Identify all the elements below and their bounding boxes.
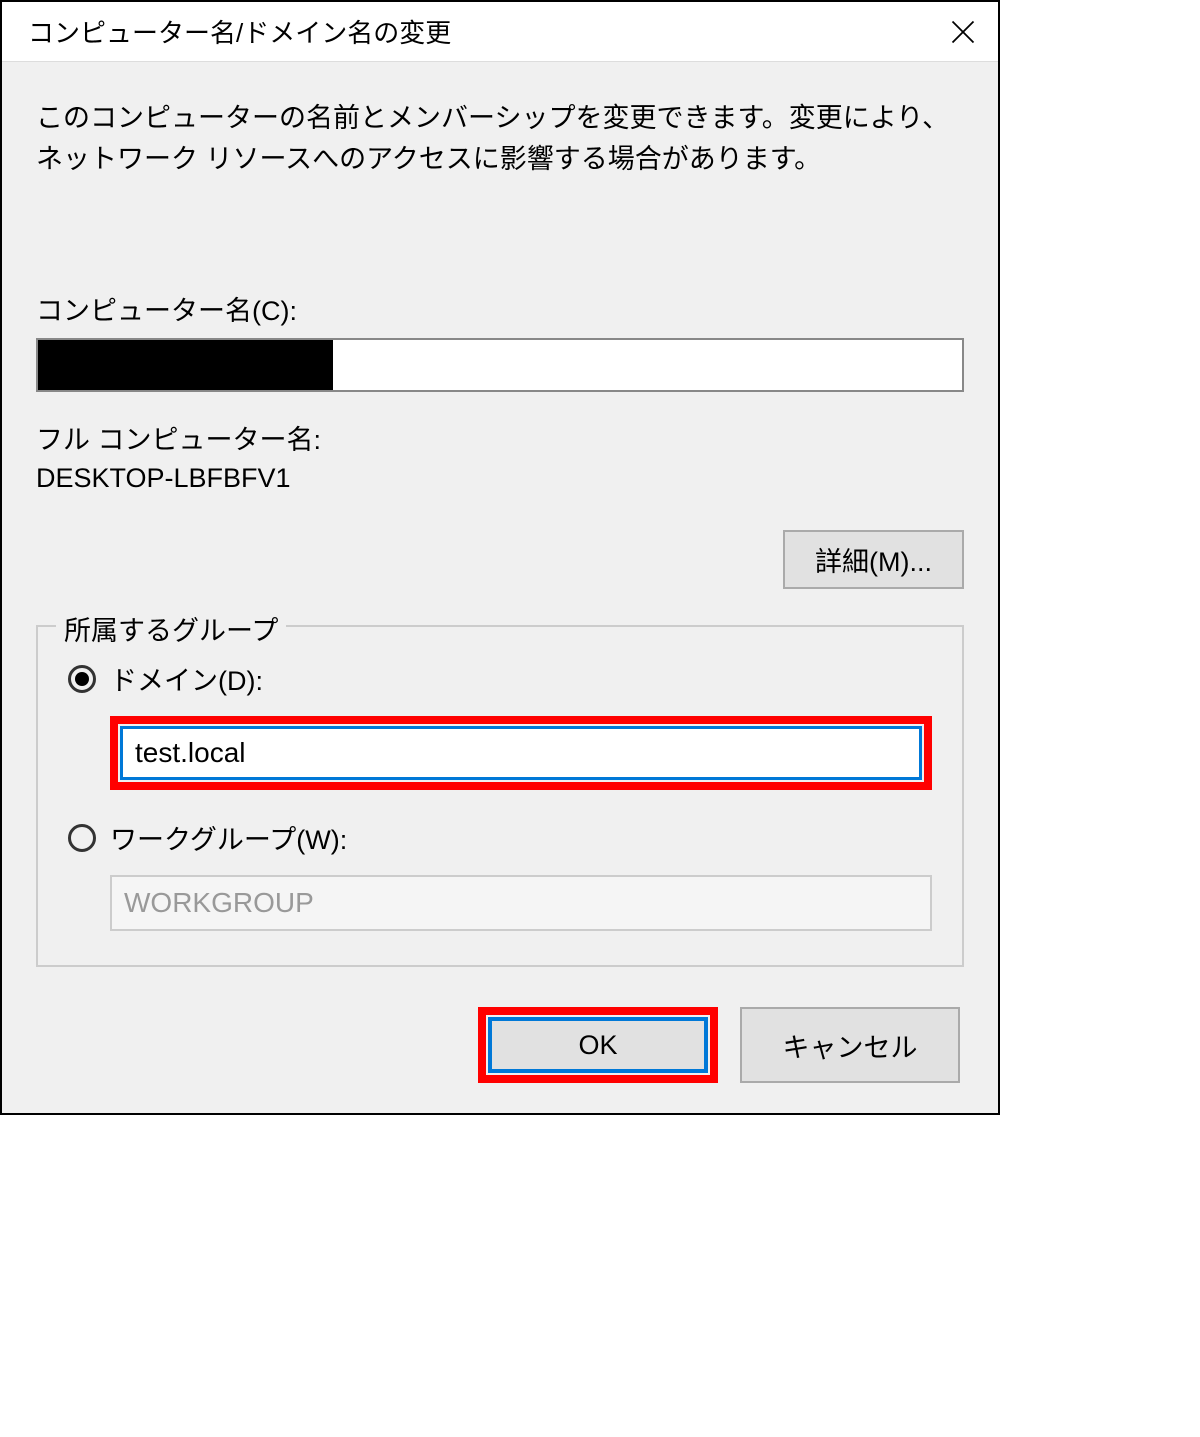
domain-radio[interactable] (68, 665, 96, 693)
close-button[interactable] (928, 2, 998, 62)
full-computer-name-label: フル コンピューター名: (36, 418, 964, 457)
domain-input[interactable] (120, 726, 922, 780)
membership-group-fieldset: 所属するグループ ドメイン(D): ワークグループ(W): (36, 625, 964, 967)
workgroup-radio[interactable] (68, 824, 96, 852)
ok-button[interactable]: OK (488, 1017, 708, 1073)
close-icon (949, 18, 977, 46)
domain-input-highlight (110, 716, 932, 790)
computer-name-domain-change-dialog: コンピューター名/ドメイン名の変更 このコンピューターの名前とメンバーシップを変… (0, 0, 1000, 1115)
dialog-content: このコンピューターの名前とメンバーシップを変更できます。変更により、ネットワーク… (2, 62, 998, 1113)
full-computer-name-value: DESKTOP-LBFBFV1 (36, 463, 964, 494)
redacted-block (38, 340, 333, 390)
fieldset-legend: 所属するグループ (56, 609, 286, 648)
workgroup-radio-label: ワークグループ(W): (110, 818, 347, 857)
domain-radio-label: ドメイン(D): (110, 659, 263, 698)
description-text: このコンピューターの名前とメンバーシップを変更できます。変更により、ネットワーク… (36, 98, 964, 179)
titlebar: コンピューター名/ドメイン名の変更 (2, 2, 998, 62)
more-button[interactable]: 詳細(M)... (783, 530, 964, 589)
dialog-button-row: OK キャンセル (36, 1007, 964, 1083)
computer-name-label: コンピューター名(C): (36, 289, 964, 328)
workgroup-radio-row[interactable]: ワークグループ(W): (68, 818, 932, 857)
ok-button-highlight: OK (478, 1007, 718, 1083)
workgroup-input (110, 875, 932, 931)
domain-radio-row[interactable]: ドメイン(D): (68, 659, 932, 698)
dialog-title: コンピューター名/ドメイン名の変更 (2, 13, 451, 50)
cancel-button[interactable]: キャンセル (740, 1007, 960, 1083)
computer-name-input[interactable] (36, 338, 964, 392)
